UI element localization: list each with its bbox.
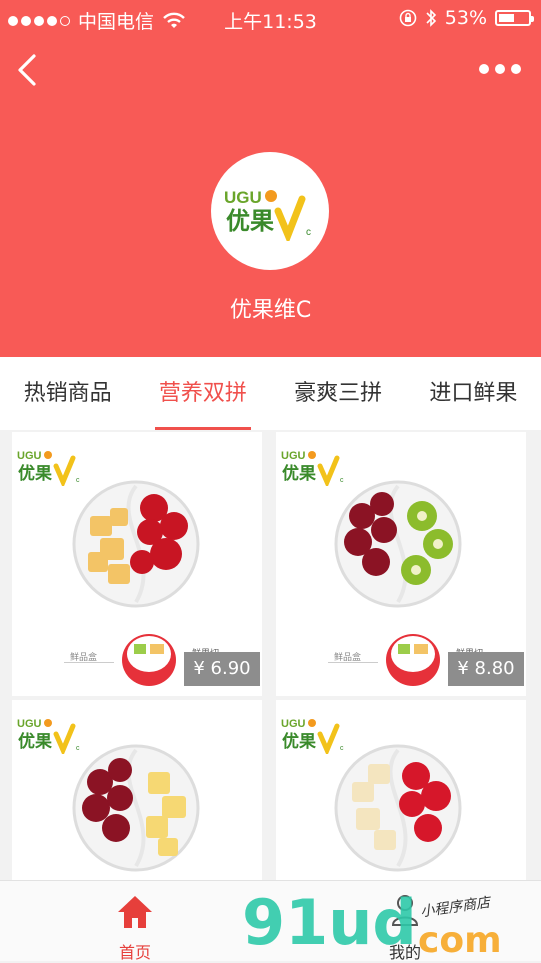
svg-text:优果: 优果 [282,463,316,484]
fruit-bowl-image [72,744,200,872]
svg-text:UGU: UGU [17,718,42,730]
product-card[interactable]: UGU 优果 c [276,700,526,880]
svg-text:UGU: UGU [281,450,306,462]
status-right: 53% [399,7,534,29]
product-card[interactable]: UGU 优果 c 鲜品盒 鲜果切 ¥ 8.80 [276,432,526,696]
tab-nutrition-double[interactable]: 营养双拼 [135,357,270,430]
fruit-bowl-image [72,480,200,608]
svg-text:优果: 优果 [282,731,316,752]
cup-label: 鲜品盒 [334,653,362,663]
product-grid: UGU 优果 c 鲜品盒 鲜果切 ¥ 6.90 UGU 优果 c [0,432,541,880]
svg-text:优果: 优果 [226,207,274,235]
svg-text:优果: 优果 [18,463,52,484]
user-icon [391,895,419,926]
category-tabs: 热销商品 营养双拼 豪爽三拼 进口鲜果 [0,357,541,430]
cup-label: 鲜品盒 [70,653,98,663]
price-tag: ¥ 6.90 [184,652,260,686]
svg-text:c: c [306,227,311,238]
back-icon[interactable] [14,52,44,88]
home-icon [118,896,152,928]
bluetooth-icon [426,9,436,27]
battery-icon [495,10,534,26]
svg-text:优果: 优果 [18,731,52,752]
nav-home-label: 首页 [118,943,151,962]
ugu-logo-icon: UGU 优果 c [224,188,311,241]
svg-text:UGU: UGU [17,450,42,462]
fruit-bowl-image [334,744,462,872]
product-card[interactable]: UGU 优果 c 鲜品盒 鲜果切 ¥ 6.90 [12,432,262,696]
store-logo: UGU 优果 c [211,152,329,270]
nav-mine-label: 我的 [388,943,421,962]
tab-imported-fruit[interactable]: 进口鲜果 [406,357,541,430]
battery-fill [499,14,514,22]
more-icon[interactable] [479,64,521,78]
fruit-cup-image [386,634,440,686]
status-bar: 中国电信 上午11:53 53% [0,0,541,36]
store-name: 优果维C [229,298,312,323]
tab-hot-products[interactable]: 热销商品 [0,357,135,430]
svg-text:UGU: UGU [281,718,306,730]
bottom-nav: 首页 我的 [0,880,541,962]
price-tag: ¥ 8.80 [448,652,524,686]
fruit-cup-image [122,634,176,686]
nav-mine[interactable]: 我的 [345,881,465,962]
tab-triple-mix[interactable]: 豪爽三拼 [271,357,406,430]
rotation-lock-icon [399,9,417,27]
product-card[interactable]: UGU 优果 c [12,700,262,880]
store-header: 中国电信 上午11:53 53% UGU 优果 c 优果维C [0,0,541,357]
svg-text:UGU: UGU [224,188,262,207]
fruit-bowl-image [334,480,462,608]
nav-home[interactable]: 首页 [75,881,195,962]
battery-percent: 53% [444,7,487,29]
